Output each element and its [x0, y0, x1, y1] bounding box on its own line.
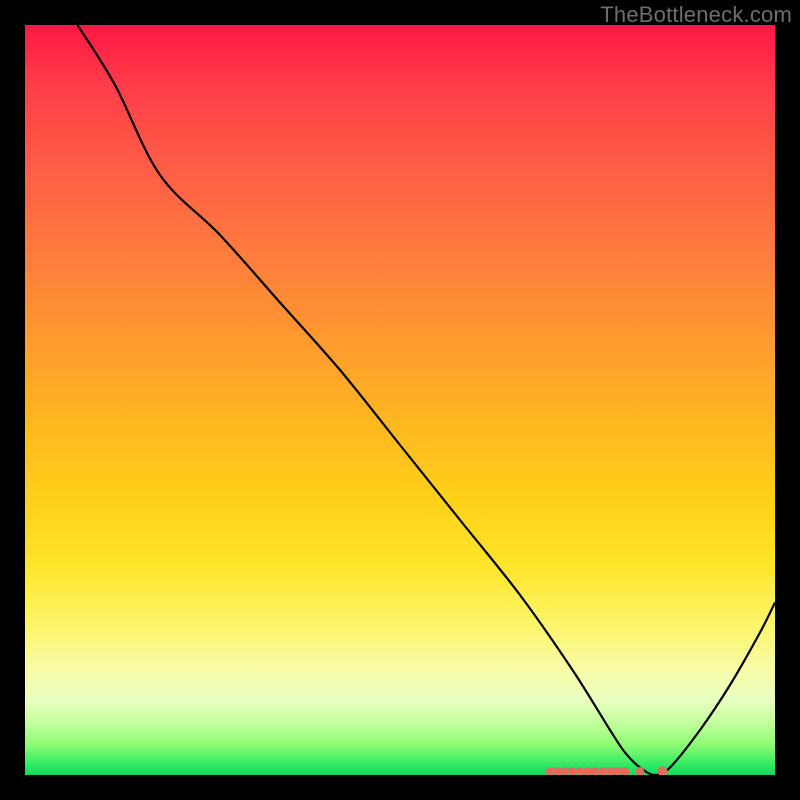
chart-container: TheBottleneck.com	[0, 0, 800, 800]
marker-layer	[25, 25, 775, 775]
marker-dot	[546, 767, 554, 775]
marker-dot	[553, 767, 561, 775]
marker-dot	[561, 767, 569, 775]
marker-dot	[658, 766, 668, 775]
marker-group	[546, 766, 668, 775]
marker-dot	[583, 767, 591, 775]
marker-dot	[606, 767, 614, 775]
marker-dot	[576, 767, 584, 775]
plot-area	[25, 25, 775, 775]
marker-dot	[598, 767, 606, 775]
watermark-text: TheBottleneck.com	[600, 2, 792, 28]
marker-dot	[591, 767, 599, 775]
plot-inner	[25, 25, 775, 775]
marker-dot	[568, 767, 576, 775]
marker-dot	[621, 767, 629, 775]
marker-dot	[613, 767, 621, 775]
marker-dot	[636, 767, 644, 775]
